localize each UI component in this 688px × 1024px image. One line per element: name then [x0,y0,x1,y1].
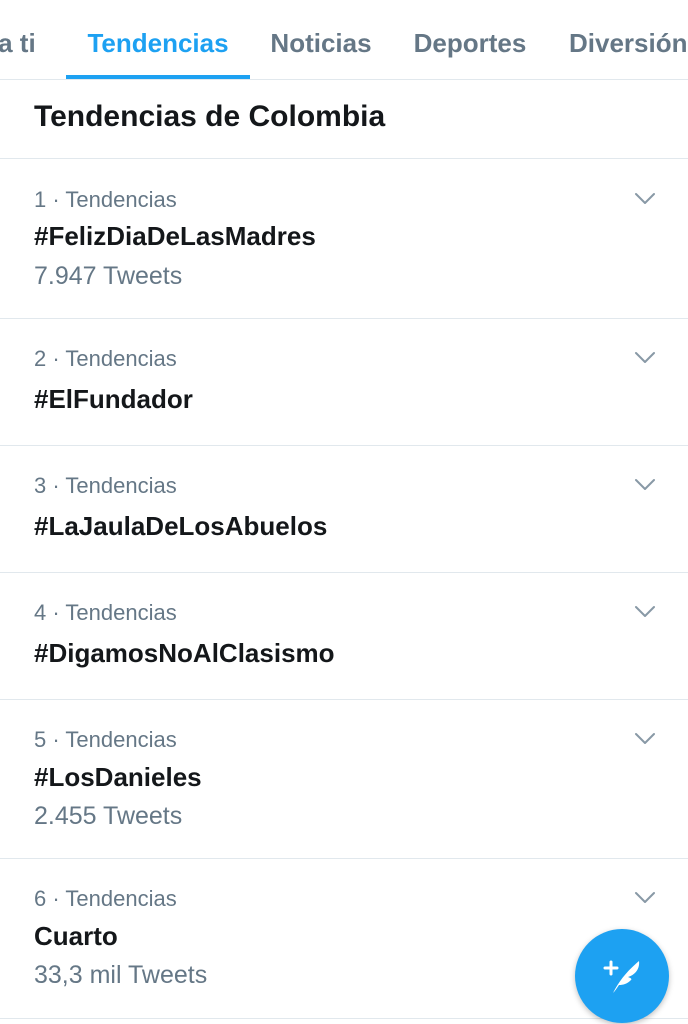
explore-tab-bar: ra ti Tendencias Noticias Deportes Diver… [0,0,688,80]
explore-screen: ra ti Tendencias Noticias Deportes Diver… [0,0,688,1024]
tab-sports[interactable]: Deportes [404,0,536,79]
trend-name[interactable]: #ElFundador [34,384,193,415]
trend-rank-label: 3 · Tendencias [34,473,177,498]
trend-rank-label: 6 · Tendencias [34,886,177,911]
trend-tweet-count: 33,3 mil Tweets [34,961,208,989]
chevron-down-icon[interactable] [634,478,656,492]
chevron-down-icon[interactable] [634,192,656,206]
chevron-down-icon[interactable] [634,351,656,365]
trend-name[interactable]: #DigamosNoAlClasismo [34,638,335,669]
tab-for-you[interactable]: ra ti [0,0,48,79]
trend-name[interactable]: #LaJaulaDeLosAbuelos [34,511,327,542]
trend-tweet-count: 2.455 Tweets [34,802,183,830]
trend-name[interactable]: #FelizDiaDeLasMadres [34,221,316,252]
trend-rank-label: 1 · Tendencias [34,187,177,212]
section-title: Tendencias de Colombia [34,100,386,133]
active-tab-indicator [66,75,250,79]
chevron-down-icon[interactable] [634,732,656,746]
trend-rank-label: 2 · Tendencias [34,346,177,371]
trend-rank-label: 4 · Tendencias [34,600,177,625]
compose-tweet-icon [603,960,640,993]
trend-item-5[interactable]: 5 · Tendencias #LosDanieles 2.455 Tweets [0,700,688,859]
compose-tweet-button[interactable] [575,929,669,1023]
tab-trends[interactable]: Tendencias [66,0,250,79]
trend-item-3[interactable]: 3 · Tendencias #LaJaulaDeLosAbuelos [0,446,688,573]
chevron-down-icon[interactable] [634,605,656,619]
tab-news[interactable]: Noticias [262,0,380,79]
chevron-down-icon[interactable] [634,891,656,905]
trend-tweet-count: 7.947 Tweets [34,262,183,290]
trend-name[interactable]: #LosDanieles [34,762,202,793]
trend-rank-label: 5 · Tendencias [34,727,177,752]
trend-item-1[interactable]: 1 · Tendencias #FelizDiaDeLasMadres 7.94… [0,159,688,319]
trend-item-4[interactable]: 4 · Tendencias #DigamosNoAlClasismo [0,573,688,700]
section-header: Tendencias de Colombia [0,80,688,159]
trend-name[interactable]: Cuarto [34,921,118,952]
tab-entertainment[interactable]: Diversión [562,0,688,79]
trend-item-2[interactable]: 2 · Tendencias #ElFundador [0,319,688,446]
